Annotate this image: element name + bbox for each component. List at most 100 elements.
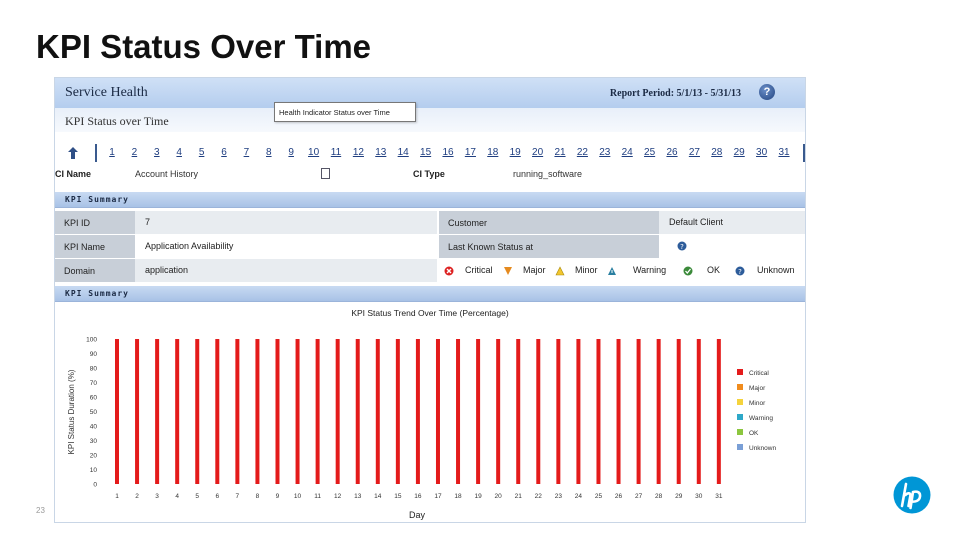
bar-critical-day-9	[275, 339, 280, 484]
x-tick-label: 2	[135, 493, 139, 500]
day-link-7[interactable]: 7	[238, 147, 254, 158]
bar-critical-day-18	[456, 339, 461, 484]
bar-critical-day-6	[215, 339, 220, 484]
legend-critical: Critical	[465, 265, 493, 275]
day-link-21[interactable]: 21	[552, 147, 568, 158]
bar-critical-day-12	[335, 339, 340, 484]
domain-value: application	[135, 259, 437, 283]
x-tick-label: 6	[215, 493, 219, 500]
y-tick-label: 60	[90, 395, 98, 402]
report-period: Report Period: 5/1/13 - 5/31/13	[609, 88, 741, 99]
day-link-29[interactable]: 29	[731, 147, 747, 158]
bar-critical-day-28	[656, 339, 661, 484]
bar-critical-day-19	[476, 339, 481, 484]
sub-header: KPI Status over Time	[55, 108, 805, 132]
y-tick-label: 50	[90, 409, 98, 416]
nav-separator-right	[803, 144, 805, 162]
legend-unknown: Unknown	[757, 265, 795, 275]
day-link-30[interactable]: 30	[754, 147, 770, 158]
bar-critical-day-24	[576, 339, 581, 484]
day-link-20[interactable]: 20	[530, 147, 546, 158]
chart-title: KPI Status Trend Over Time (Percentage)	[351, 308, 508, 318]
bar-critical-day-7	[235, 339, 240, 484]
domain-label: Domain	[55, 259, 135, 283]
day-link-26[interactable]: 26	[664, 147, 680, 158]
last-status-label: Last Known Status at	[439, 235, 659, 259]
bar-critical-day-1	[115, 339, 119, 484]
chart-y-axis-label: KPI Status Duration (%)	[67, 369, 76, 454]
day-link-15[interactable]: 15	[418, 147, 434, 158]
day-link-27[interactable]: 27	[686, 147, 702, 158]
day-link-14[interactable]: 14	[395, 147, 411, 158]
app-title: Service Health	[65, 85, 148, 100]
bar-critical-day-8	[255, 339, 260, 484]
day-link-1[interactable]: 1	[104, 147, 120, 158]
major-icon	[504, 267, 512, 275]
day-link-4[interactable]: 4	[171, 147, 187, 158]
day-link-10[interactable]: 10	[306, 147, 322, 158]
minor-icon	[555, 266, 565, 276]
kpi-name-value: Application Availability	[135, 235, 437, 259]
x-tick-label: 31	[715, 493, 723, 500]
bar-critical-day-20	[496, 339, 501, 484]
x-tick-label: 25	[595, 493, 603, 500]
day-link-22[interactable]: 22	[574, 147, 590, 158]
y-tick-label: 10	[90, 467, 98, 474]
day-link-9[interactable]: 9	[283, 147, 299, 158]
x-tick-label: 23	[555, 493, 563, 500]
page-number: 23	[36, 506, 45, 515]
day-link-18[interactable]: 18	[485, 147, 501, 158]
help-icon[interactable]: ?	[759, 84, 775, 100]
day-link-31[interactable]: 31	[776, 147, 792, 158]
day-link-11[interactable]: 11	[328, 147, 344, 158]
y-tick-label: 80	[90, 366, 98, 373]
bar-critical-day-3	[155, 339, 160, 484]
bar-critical-day-31	[716, 339, 721, 484]
x-tick-label: 9	[276, 493, 280, 500]
x-tick-label: 7	[236, 493, 240, 500]
legend-ok: OK	[707, 265, 721, 275]
last-status-value: ?	[659, 235, 805, 259]
kpi-id-value: 7	[135, 211, 437, 235]
health-indicator-tooltip: Health Indicator Status over Time	[274, 102, 416, 122]
day-link-19[interactable]: 19	[507, 147, 523, 158]
day-link-28[interactable]: 28	[709, 147, 725, 158]
day-link-24[interactable]: 24	[619, 147, 635, 158]
legend-warning: Warning	[633, 265, 667, 275]
header-band: Service Health Report Period: 5/1/13 - 5…	[55, 78, 805, 108]
y-tick-label: 70	[90, 380, 98, 387]
legend-label-critical: Critical	[749, 370, 769, 377]
x-tick-label: 12	[334, 493, 342, 500]
legend-minor: Minor	[575, 265, 598, 275]
day-link-25[interactable]: 25	[642, 147, 658, 158]
bar-critical-day-25	[596, 339, 601, 484]
kpi-trend-chart: KPI Status Trend Over Time (Percentage) …	[55, 302, 805, 522]
day-link-16[interactable]: 16	[440, 147, 456, 158]
day-link-13[interactable]: 13	[373, 147, 389, 158]
day-link-6[interactable]: 6	[216, 147, 232, 158]
x-tick-label: 28	[655, 493, 663, 500]
up-level-icon[interactable]	[67, 146, 79, 160]
ci-type-value: running_software	[513, 169, 583, 179]
day-link-2[interactable]: 2	[126, 147, 142, 158]
day-link-23[interactable]: 23	[597, 147, 613, 158]
x-tick-label: 27	[635, 493, 643, 500]
day-link-8[interactable]: 8	[261, 147, 277, 158]
y-tick-label: 20	[90, 453, 98, 460]
bar-critical-day-26	[616, 339, 621, 484]
page-subtitle: KPI Status over Time	[65, 114, 169, 128]
day-link-3[interactable]: 3	[149, 147, 165, 158]
ok-icon	[683, 266, 693, 276]
bar-critical-day-13	[355, 339, 360, 484]
x-tick-label: 13	[354, 493, 362, 500]
x-tick-label: 20	[495, 493, 503, 500]
document-icon[interactable]	[321, 168, 330, 179]
bar-critical-day-17	[435, 339, 440, 484]
day-link-12[interactable]: 12	[350, 147, 366, 158]
bar-critical-day-23	[556, 339, 561, 484]
legend-label-minor: Minor	[749, 400, 766, 407]
day-link-5[interactable]: 5	[194, 147, 210, 158]
day-link-17[interactable]: 17	[462, 147, 478, 158]
bar-critical-day-10	[295, 339, 300, 484]
bar-critical-day-15	[395, 339, 400, 484]
